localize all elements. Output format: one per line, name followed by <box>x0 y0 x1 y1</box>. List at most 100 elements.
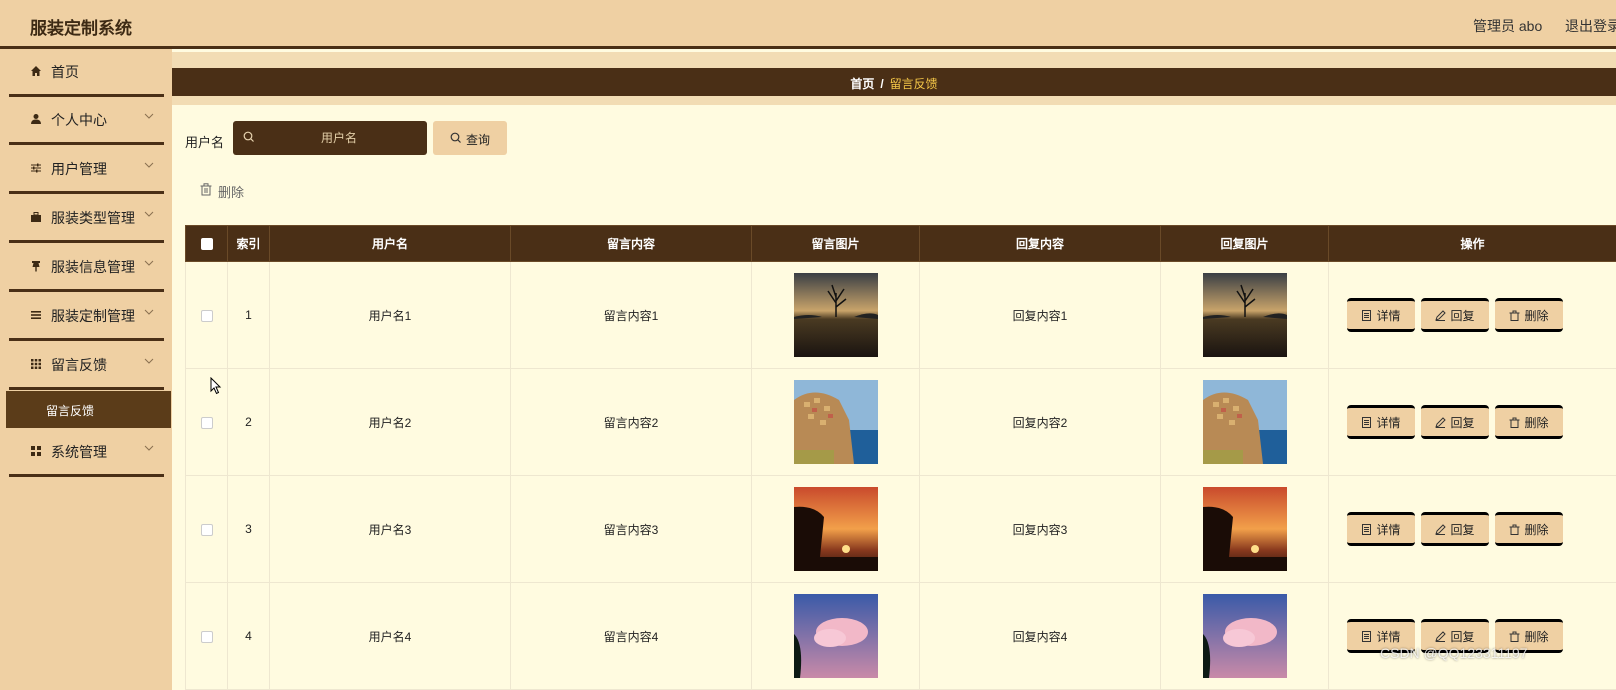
reply-image[interactable] <box>1202 273 1287 357</box>
reply-button-label: 回复 <box>1450 522 1475 537</box>
main-content: 首页 / 留言反馈 用户名 查询 删除 <box>172 52 1616 690</box>
trash-icon <box>1509 310 1520 321</box>
reply-button-label: 回复 <box>1450 308 1475 323</box>
search-box[interactable] <box>233 121 427 155</box>
chevron-down-icon <box>144 258 154 269</box>
row-message-content: 留言内容3 <box>510 475 752 583</box>
sidebar-item[interactable]: 服装定制管理 <box>9 293 164 341</box>
row-message-content: 留言内容1 <box>510 261 752 369</box>
delete-button[interactable]: 删除 <box>1495 405 1563 439</box>
detail-button[interactable]: 详情 <box>1347 405 1415 439</box>
sidebar-item-label: 用户管理 <box>51 161 107 177</box>
row-checkbox[interactable] <box>200 416 213 429</box>
row-reply-content: 回复内容4 <box>919 582 1161 690</box>
top-header: 服装定制系统 管理员 abo 退出登录 <box>0 0 1616 49</box>
row-index: 4 <box>227 582 270 690</box>
row-checkbox[interactable] <box>200 309 213 322</box>
breadcrumb: 首页 / 留言反馈 <box>172 75 1616 92</box>
sidebar-item[interactable]: 首页 <box>9 49 164 97</box>
delete-button[interactable]: 删除 <box>1495 298 1563 332</box>
sidebar-item[interactable]: 服装类型管理 <box>9 195 164 243</box>
breadcrumb-separator: / <box>880 77 884 91</box>
actions-cell: 详情 回复 删除 <box>1328 475 1616 583</box>
chevron-down-icon <box>144 307 154 318</box>
edit-icon <box>1435 523 1447 535</box>
list-icon <box>30 309 42 321</box>
reply-image[interactable] <box>1202 380 1287 464</box>
message-image-cell <box>751 475 920 583</box>
sidebar-item[interactable]: 个人中心 <box>9 97 164 145</box>
select-cell <box>185 261 228 369</box>
sidebar-item[interactable]: 留言反馈 <box>9 342 164 390</box>
reply-button-label: 回复 <box>1450 415 1475 430</box>
document-icon <box>1361 309 1372 321</box>
row-checkbox[interactable] <box>200 523 213 536</box>
query-button[interactable]: 查询 <box>433 121 507 155</box>
actions-cell: 详情 回复 删除 <box>1328 582 1616 690</box>
reply-image[interactable] <box>1202 594 1287 678</box>
grid-icon <box>30 358 42 370</box>
row-index: 1 <box>227 261 270 369</box>
delete-button-label: 删除 <box>1524 308 1549 323</box>
mouse-cursor-icon <box>210 377 222 395</box>
sidebar-item-label: 服装类型管理 <box>51 210 135 226</box>
select-cell <box>185 475 228 583</box>
reply-image-cell <box>1160 261 1329 369</box>
chevron-down-icon <box>144 209 154 220</box>
breadcrumb-current: 留言反馈 <box>889 77 938 91</box>
document-icon <box>1361 416 1372 428</box>
row-username: 用户名3 <box>269 475 511 583</box>
sidebar-item-label: 个人中心 <box>51 112 107 128</box>
row-actions: 详情 回复 删除 <box>1329 512 1616 546</box>
trash-icon <box>200 183 212 196</box>
briefcase-icon <box>30 211 42 223</box>
message-image[interactable] <box>793 273 878 357</box>
breadcrumb-home[interactable]: 首页 <box>850 77 874 91</box>
chevron-down-icon <box>144 160 154 171</box>
sidebar: 首页个人中心用户管理服装类型管理 服装信息管理服装定制管理留言反馈系统管理 留言反馈 <box>0 49 172 690</box>
column-header: 操作 <box>1328 225 1616 262</box>
message-image[interactable] <box>793 594 878 678</box>
reply-image-cell <box>1160 582 1329 690</box>
sidebar-item[interactable]: 系统管理 <box>9 429 164 477</box>
sidebar-item-label: 服装信息管理 <box>51 259 135 275</box>
user-icon <box>30 113 42 125</box>
delete-button-label: 删除 <box>1524 629 1549 644</box>
detail-button-label: 详情 <box>1376 415 1401 430</box>
sidebar-item-label: 首页 <box>51 64 79 80</box>
message-image[interactable] <box>793 380 878 464</box>
actions-cell: 详情 回复 删除 <box>1328 261 1616 369</box>
row-checkbox[interactable] <box>200 630 213 643</box>
select-all-checkbox[interactable] <box>200 238 213 251</box>
delete-button-label: 删除 <box>1524 415 1549 430</box>
reply-image[interactable] <box>1202 487 1287 571</box>
sidebar-item[interactable]: 用户管理 <box>9 146 164 194</box>
detail-button[interactable]: 详情 <box>1347 298 1415 332</box>
message-image[interactable] <box>793 487 878 571</box>
reply-button[interactable]: 回复 <box>1421 405 1489 439</box>
reply-button[interactable]: 回复 <box>1421 298 1489 332</box>
row-reply-content: 回复内容2 <box>919 368 1161 476</box>
edit-icon <box>1435 309 1447 321</box>
detail-button[interactable]: 详情 <box>1347 512 1415 546</box>
search-input[interactable] <box>259 121 419 155</box>
watermark: CSDN @QQ123311197 <box>1380 645 1528 661</box>
delete-button[interactable]: 删除 <box>1495 512 1563 546</box>
row-index: 2 <box>227 368 270 476</box>
chevron-down-icon <box>144 111 154 122</box>
trash-icon <box>1509 417 1520 428</box>
reply-button[interactable]: 回复 <box>1421 512 1489 546</box>
sidebar-item-label: 留言反馈 <box>51 357 107 373</box>
select-all-header <box>185 225 228 262</box>
logout-link[interactable]: 退出登录 <box>1565 16 1616 36</box>
chevron-down-icon <box>144 443 154 454</box>
document-icon <box>1361 523 1372 535</box>
table-row: 2 用户名2 留言内容2 回复内容2 详情 回复 删除 <box>185 368 1616 476</box>
sidebar-item[interactable]: 服装信息管理 <box>9 244 164 292</box>
column-header: 留言内容 <box>510 225 752 262</box>
sidebar-item-label: 系统管理 <box>51 444 107 460</box>
table-header-row: 索引 用户名 留言内容 留言图片 回复内容 回复图片 操作 <box>185 225 1616 262</box>
submenu-item-active[interactable]: 留言反馈 <box>6 391 171 428</box>
message-table: 索引 用户名 留言内容 留言图片 回复内容 回复图片 操作 1 用户名1 留言内容1… <box>185 225 1616 690</box>
row-reply-content: 回复内容1 <box>919 261 1161 369</box>
